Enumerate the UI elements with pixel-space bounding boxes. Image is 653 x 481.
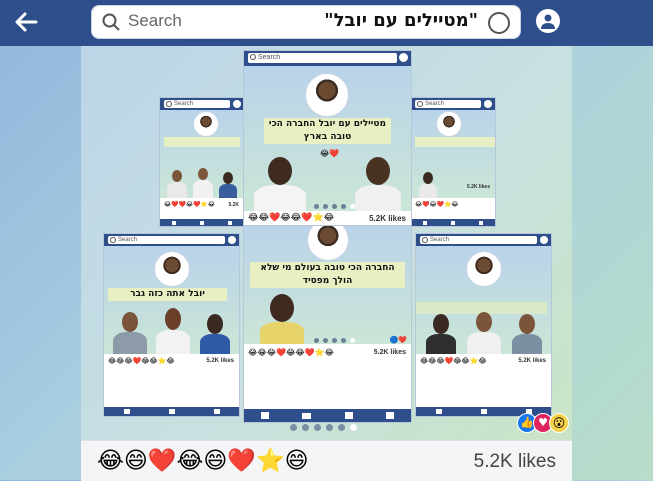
- search-query: "מטיילים עם יובל": [324, 10, 478, 31]
- likes-count: 5.2K likes: [518, 358, 546, 364]
- likes-count: 5.2K likes: [206, 358, 234, 364]
- likes-count: 5.2K: [228, 202, 239, 208]
- reaction-emojis: 😂😂😂❤️😂😂❤️⭐😂: [248, 348, 334, 357]
- post-card-right-small[interactable]: Search 😂❤️😂❤️⭐😂 5.2K likes: [410, 97, 496, 227]
- reaction-emojis: 😂😂😂❤️😂😂⭐😂: [420, 357, 487, 365]
- post-caption: מטיילים עם יובל החברה הכי טובה בארץ: [264, 118, 391, 144]
- likes-count: 5.2K likes: [373, 349, 406, 356]
- avatar: [194, 112, 218, 136]
- search-input[interactable]: Search "מטיילים עם יובל": [91, 5, 521, 39]
- post-card-center[interactable]: החברה הכי טובה בעולם מי שלא הולך מפסיד 🔵…: [243, 225, 412, 423]
- top-bar: Search "מטיילים עם יובל": [0, 0, 653, 46]
- arrow-left-icon[interactable]: [12, 8, 40, 36]
- reaction-emojis: 😂😂😂❤️😂😂⭐😂: [108, 357, 175, 365]
- haha-icon: 😮: [549, 413, 569, 433]
- likes-count: 5.2K likes: [466, 184, 490, 190]
- likes-count[interactable]: 5.2K likes: [474, 451, 556, 473]
- store-icon[interactable]: [213, 409, 220, 414]
- post-card-main[interactable]: Search מטיילים עם יובל החברה הכי טובה בא…: [243, 50, 412, 231]
- post-card-right[interactable]: Search 😂😂😂❤️😂😂⭐😂 5.2K likes: [415, 233, 552, 417]
- mini-search: Search: [164, 100, 230, 108]
- store-icon[interactable]: [386, 412, 395, 419]
- search-placeholder: Search: [128, 11, 182, 30]
- avatar: [155, 252, 189, 286]
- post-card-left[interactable]: Search יובל אתה כזה גבר 😂😂😂❤️😂😂⭐😂 5.2K l…: [103, 233, 240, 417]
- post-caption: יובל אתה כזה גבר: [108, 288, 227, 301]
- avatar: [437, 112, 461, 136]
- circle-icon[interactable]: [488, 12, 510, 34]
- post-card-left-small[interactable]: Search 😂❤️❤️😂❤️⭐😂 5.2K: [159, 97, 245, 227]
- avatar: [467, 252, 501, 286]
- carousel-dots[interactable]: [290, 424, 357, 431]
- reaction-emojis: 😂😂❤️😂😂❤️⭐😂: [248, 213, 335, 223]
- reaction-emojis: 😂❤️😂❤️⭐😂: [415, 201, 459, 208]
- avatar: [308, 226, 348, 260]
- mini-search: Search: [248, 53, 397, 63]
- video-icon[interactable]: [302, 412, 312, 419]
- reactions-bar: 😂😄❤️😂😄❤️⭐😄 5.2K likes: [81, 440, 572, 481]
- mini-search: Search: [420, 236, 537, 244]
- news-icon[interactable]: [344, 412, 353, 419]
- reaction-emojis: 😂❤️❤️😂❤️⭐😂: [164, 201, 215, 208]
- user-circle-icon[interactable]: [536, 9, 560, 33]
- video-icon[interactable]: [168, 409, 175, 414]
- post-caption: החברה הכי טובה בעולם מי שלא הולך מפסיד: [250, 262, 405, 288]
- home-icon[interactable]: [123, 409, 130, 414]
- mini-search: Search: [415, 100, 481, 108]
- home-icon[interactable]: [435, 409, 442, 414]
- avatar: [306, 74, 348, 116]
- search-icon: [102, 13, 120, 31]
- home-icon[interactable]: [260, 412, 269, 419]
- likes-count: 5.2K likes: [369, 214, 406, 223]
- reaction-emojis[interactable]: 😂😄❤️😂😄❤️⭐😄: [97, 447, 309, 474]
- mini-search: Search: [108, 236, 225, 244]
- video-icon[interactable]: [480, 409, 487, 414]
